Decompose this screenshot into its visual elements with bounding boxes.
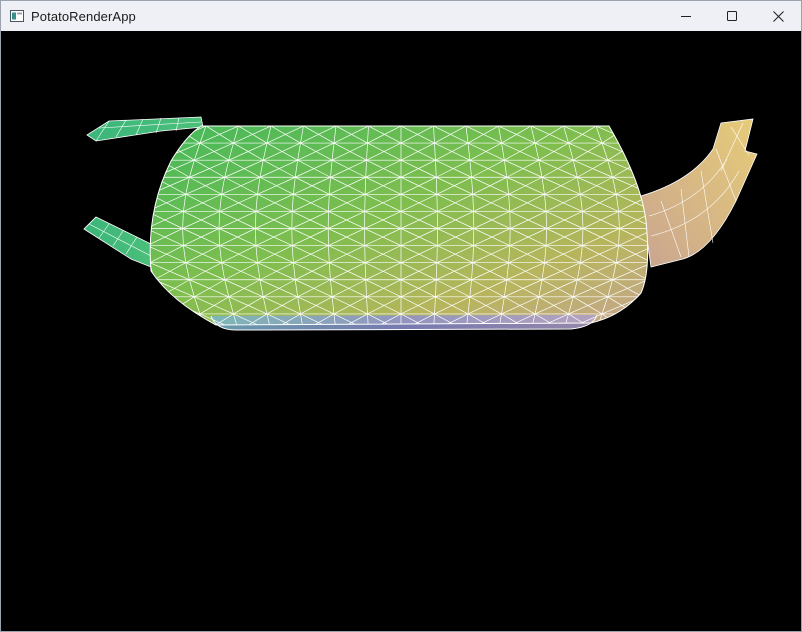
- teapot-render: [83, 116, 758, 331]
- spout-mesh: [640, 118, 758, 268]
- app-window: PotatoRenderApp: [0, 0, 802, 632]
- close-button[interactable]: [755, 1, 801, 31]
- body-mesh: [149, 125, 649, 331]
- minimize-icon: [681, 11, 691, 21]
- render-viewport[interactable]: [1, 31, 801, 631]
- caption-buttons: [663, 1, 801, 31]
- maximize-button[interactable]: [709, 1, 755, 31]
- minimize-button[interactable]: [663, 1, 709, 31]
- close-icon: [772, 10, 784, 22]
- handle-mesh-upper: [86, 116, 204, 142]
- title-bar[interactable]: PotatoRenderApp: [1, 1, 801, 31]
- handle-mesh-lower: [83, 216, 157, 270]
- app-window-icon: [10, 10, 24, 22]
- maximize-icon: [727, 11, 737, 21]
- window-title: PotatoRenderApp: [31, 8, 136, 24]
